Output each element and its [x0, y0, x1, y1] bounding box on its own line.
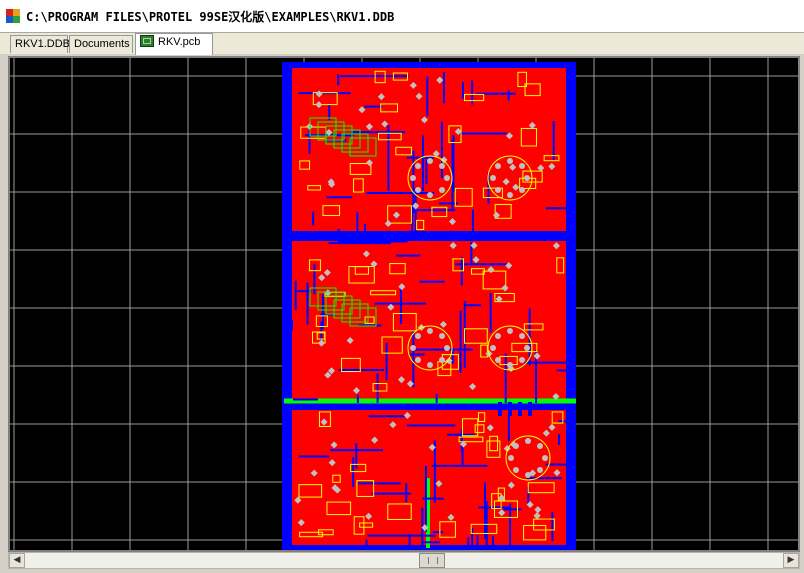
socket-pin [490, 175, 496, 181]
socket-pin [519, 332, 526, 339]
socket-pin [542, 455, 548, 461]
socket-pin [525, 472, 531, 478]
socket-pin [444, 345, 450, 351]
socket-pin [427, 328, 433, 334]
socket-pin [524, 345, 530, 351]
socket-pin [524, 175, 530, 181]
socket-pin [507, 158, 513, 164]
socket-pin [439, 187, 446, 194]
socket-pin [439, 357, 446, 364]
socket-pin [507, 362, 513, 368]
socket-pin [414, 187, 421, 194]
socket-pin [519, 162, 526, 169]
copper-pour-2 [292, 241, 566, 403]
socket-pin [414, 162, 421, 169]
socket-pin [444, 175, 450, 181]
socket-pin [507, 328, 513, 334]
socket-pin [519, 187, 526, 194]
socket-pin [512, 442, 519, 449]
socket-pin [537, 467, 544, 474]
socket-pin [414, 357, 421, 364]
protel-app-icon[interactable] [6, 9, 20, 23]
socket-pin [414, 332, 421, 339]
tab-label: RKV1.DDB [15, 38, 71, 50]
socket-pin [537, 442, 544, 449]
socket-pin [427, 158, 433, 164]
tab-label: RKV.pcb [158, 36, 201, 48]
socket-pin [525, 438, 531, 444]
socket-pin [519, 357, 526, 364]
horizontal-scrollbar[interactable]: ◀ ▶ [8, 552, 800, 569]
pcb-document-icon [140, 35, 154, 47]
arrow-right-icon[interactable]: ▶ [783, 553, 799, 568]
socket-pin [410, 175, 416, 181]
window-title: C:\PROGRAM FILES\PROTEL 99SE汉化版\EXAMPLES… [26, 9, 395, 24]
tab-rkv1-ddb[interactable]: RKV1.DDB [10, 35, 71, 53]
socket-pin [439, 332, 446, 339]
socket-pin [410, 345, 416, 351]
title-bar: C:\PROGRAM FILES\PROTEL 99SE汉化版\EXAMPLES… [0, 0, 804, 32]
tab-documents[interactable]: Documents [69, 35, 133, 53]
socket-pin [427, 192, 433, 198]
socket-pin [507, 192, 513, 198]
socket-pin [494, 187, 501, 194]
socket-pin [508, 455, 514, 461]
socket-pin [494, 162, 501, 169]
pcb-layout-drawing [10, 58, 798, 550]
socket-pin [494, 357, 501, 364]
window-bottom-edge [0, 569, 804, 573]
arrow-left-icon[interactable]: ◀ [9, 553, 25, 568]
socket-pin [427, 362, 433, 368]
document-tab-bar: RKV1.DDB Documents RKV.pcb [0, 32, 804, 55]
tab-label: Documents [74, 38, 130, 50]
pcb-editor-canvas[interactable] [8, 56, 800, 552]
tab-rkv-pcb[interactable]: RKV.pcb [135, 33, 213, 55]
socket-pin [439, 162, 446, 169]
scroll-thumb[interactable] [419, 553, 445, 568]
socket-pin [512, 467, 519, 474]
socket-pin [494, 332, 501, 339]
socket-pin [490, 345, 496, 351]
